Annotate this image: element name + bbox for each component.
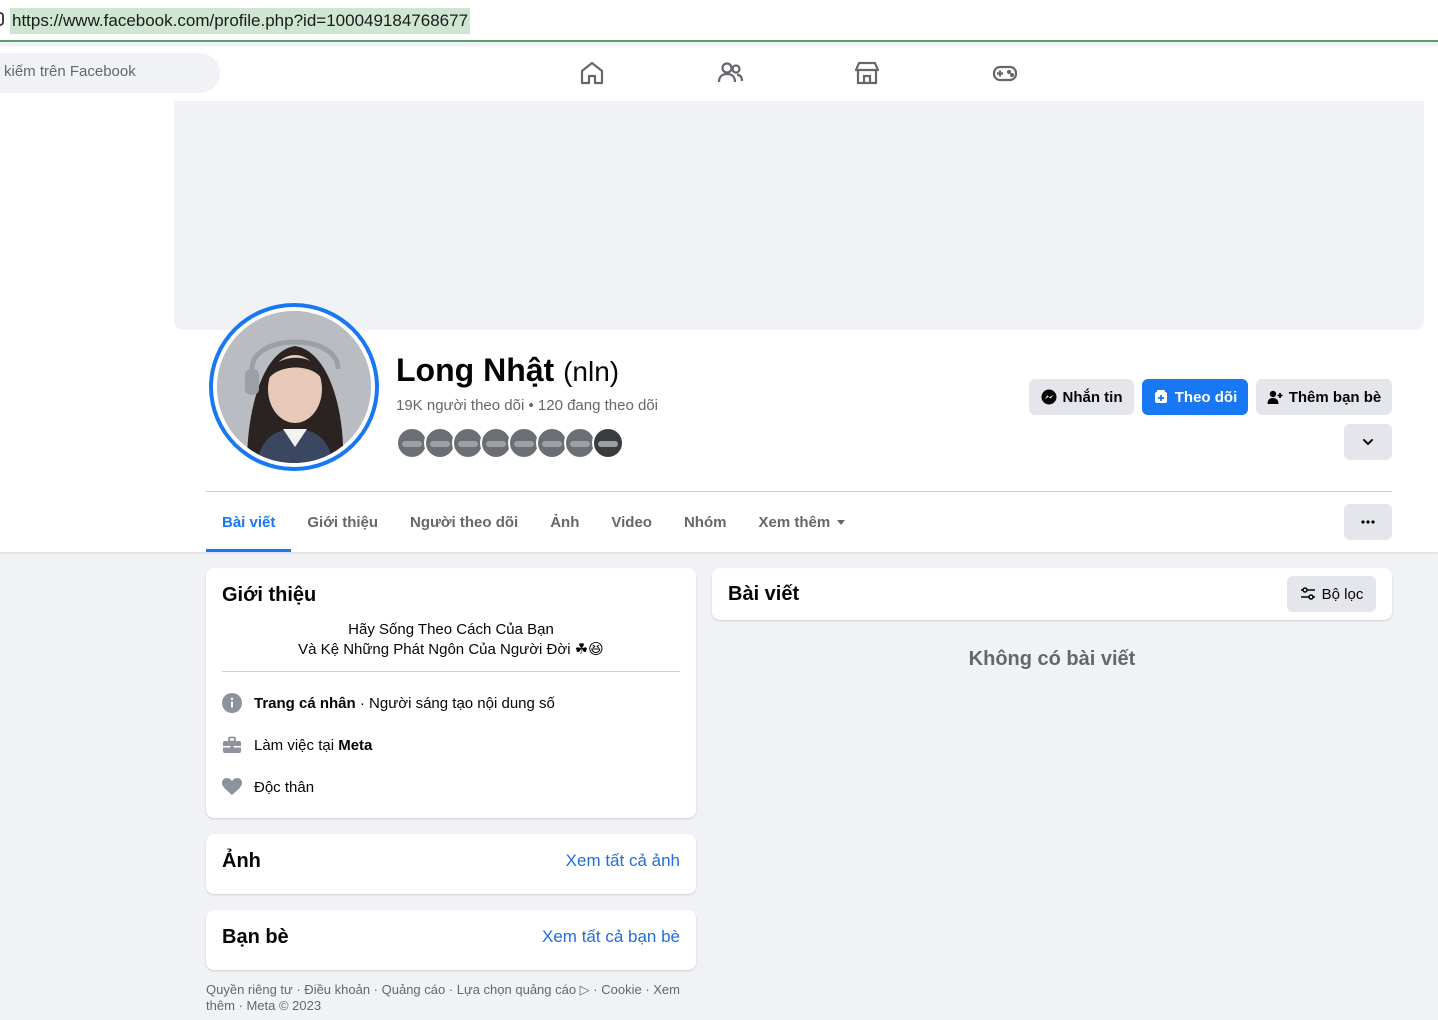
chevron-down-icon <box>1363 439 1373 446</box>
ellipsis-icon <box>1361 520 1375 524</box>
message-button[interactable]: Nhắn tin <box>1029 379 1134 415</box>
intro-row-profile-text: Trang cá nhân · Người sáng tạo nội dung … <box>254 695 555 712</box>
gaming-icon[interactable] <box>991 59 1019 87</box>
friends-title: Bạn bè <box>222 926 289 948</box>
follow-button-label: Theo dõi <box>1174 388 1238 406</box>
lock-icon <box>0 12 4 26</box>
relationship-status: Độc thân <box>254 778 315 796</box>
cover-photo[interactable] <box>174 101 1424 330</box>
tab-posts-label: Bài viết <box>222 513 276 531</box>
tab-followers-label: Người theo dõi <box>410 513 519 531</box>
profile-alt-name: (nln) <box>563 356 620 387</box>
profile-category: · Người sáng tạo nội dung số <box>355 694 555 712</box>
follower-avatar[interactable] <box>592 427 624 459</box>
friends-card: Bạn bè Xem tất cả bạn bè <box>206 910 696 970</box>
briefcase-icon <box>223 736 241 753</box>
home-icon[interactable] <box>578 59 606 87</box>
add-friend-icon <box>1267 390 1283 404</box>
filter-button-label: Bộ lọc <box>1321 585 1364 603</box>
follower-count[interactable]: 19K người theo dõi • 120 đang theo dõi <box>396 397 658 414</box>
info-icon <box>222 693 242 713</box>
tab-about-label: Giới thiệu <box>307 513 379 531</box>
profile-name: Long Nhật (nln) <box>396 352 619 389</box>
add-friend-button-label: Thêm bạn bè <box>1288 388 1382 406</box>
tab-groups[interactable]: Nhóm <box>668 492 743 552</box>
intro-divider <box>222 671 680 672</box>
address-bar[interactable]: https://www.facebook.com/profile.php?id=… <box>0 0 1438 42</box>
see-all-friends-link[interactable]: Xem tất cả bạn bè <box>542 927 680 947</box>
tab-more-label: Xem thêm <box>758 513 831 531</box>
intro-row-work: Làm việc tại Meta <box>222 735 372 755</box>
caret-down-icon <box>837 519 846 525</box>
avatar <box>217 311 371 463</box>
intro-title: Giới thiệu <box>222 584 317 606</box>
tab-groups-label: Nhóm <box>683 513 727 531</box>
follow-icon <box>1154 390 1167 403</box>
follow-button[interactable]: Theo dõi <box>1142 379 1248 415</box>
expand-button[interactable] <box>1344 424 1392 460</box>
workplace-link[interactable]: Meta <box>338 737 372 754</box>
no-posts-message: Không có bài viết <box>968 648 1136 670</box>
tab-photos[interactable]: Ảnh <box>534 492 595 552</box>
friends-icon[interactable] <box>716 59 744 87</box>
intro-row-profile: Trang cá nhân · Người sáng tạo nội dung … <box>222 693 555 713</box>
see-all-photos-link[interactable]: Xem tất cả ảnh <box>566 851 680 871</box>
heart-icon <box>222 778 242 795</box>
filter-button[interactable]: Bộ lọc <box>1287 576 1376 612</box>
bio-line-2: Và Kệ Những Phát Ngôn Của Người Đời ☘😆 <box>298 641 604 658</box>
profile-name-text: Long Nhật <box>396 352 555 388</box>
posts-title: Bài viết <box>728 583 800 605</box>
tab-photos-label: Ảnh <box>550 513 580 531</box>
tab-videos[interactable]: Video <box>595 492 668 552</box>
search-box[interactable] <box>0 53 220 93</box>
bio-line-1: Hãy Sống Theo Cách Của Bạn <box>348 621 554 638</box>
intro-row-work-text: Làm việc tại Meta <box>254 737 372 754</box>
filter-icon <box>1300 587 1315 600</box>
message-button-label: Nhắn tin <box>1062 388 1123 406</box>
tab-about[interactable]: Giới thiệu <box>291 492 394 552</box>
profile-picture[interactable] <box>209 303 379 471</box>
url-text[interactable]: https://www.facebook.com/profile.php?id=… <box>10 8 471 34</box>
tab-followers[interactable]: Người theo dõi <box>394 492 534 552</box>
profile-type-label: Trang cá nhân <box>254 694 356 712</box>
tab-videos-label: Video <box>611 513 652 531</box>
tab-more[interactable]: Xem thêm <box>742 492 861 552</box>
work-prefix: Làm việc tại <box>254 736 339 754</box>
add-friend-button[interactable]: Thêm bạn bè <box>1256 379 1392 415</box>
messenger-icon <box>1041 389 1056 405</box>
profile-tabs: Bài viết Giới thiệu Người theo dõi Ảnh V… <box>206 492 861 552</box>
posts-card: Bài viết Bộ lọc <box>712 568 1392 620</box>
top-navigation <box>0 46 1438 101</box>
photos-title: Ảnh <box>222 850 261 872</box>
tab-posts[interactable]: Bài viết <box>206 492 292 552</box>
footer-links[interactable]: Quyền riêng tư · Điều khoản · Quảng cáo … <box>206 982 686 1014</box>
search-input[interactable] <box>4 63 204 80</box>
marketplace-icon[interactable] <box>853 59 881 87</box>
intro-row-relationship: Độc thân <box>222 777 314 797</box>
intro-card: Giới thiệu Hãy Sống Theo Cách Của Bạn Và… <box>206 568 696 818</box>
photos-card: Ảnh Xem tất cả ảnh <box>206 834 696 894</box>
more-options-button[interactable] <box>1344 504 1392 540</box>
